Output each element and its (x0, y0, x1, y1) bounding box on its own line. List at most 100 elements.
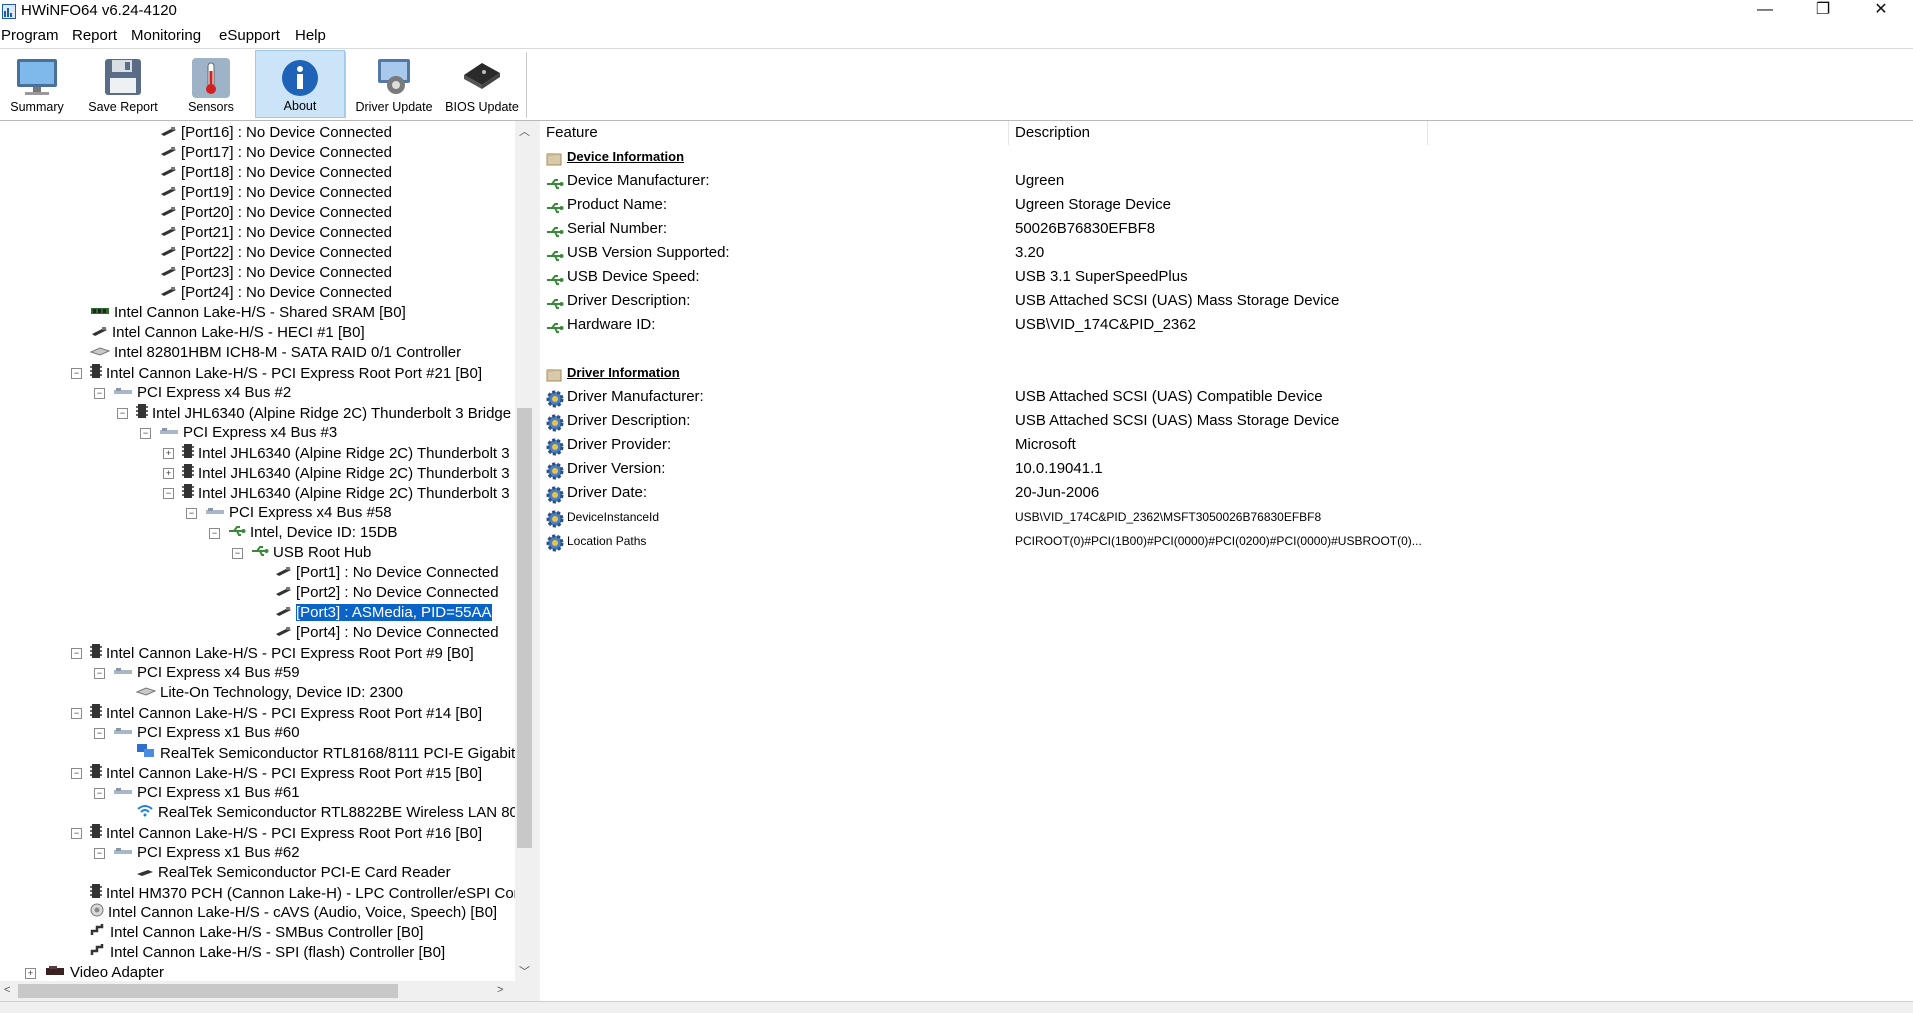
detail-row[interactable]: Hardware ID: USB\VID_174C&PID_2362 (540, 313, 1913, 337)
detail-row[interactable]: Driver Date: 20-Jun-2006 (540, 481, 1913, 505)
detail-row[interactable]: Product Name: Ugreen Storage Device (540, 193, 1913, 217)
expand-icon[interactable]: + (163, 448, 174, 459)
tree-node[interactable]: Intel JHL6340 (Alpine Ridge 2C) Thunderb… (182, 443, 510, 463)
tree-node[interactable]: PCI Express x4 Bus #58 (205, 503, 392, 523)
tree-horizontal-scrollbar[interactable]: < > (0, 981, 534, 1001)
tree-node[interactable]: Intel JHL6340 (Alpine Ridge 2C) Thunderb… (182, 463, 510, 483)
tree-node[interactable]: USB Root Hub (251, 543, 371, 563)
tree-node[interactable]: Video Adapter (44, 963, 164, 983)
tree-node[interactable]: [Port17] : No Device Connected (159, 143, 392, 163)
detail-row[interactable]: Driver Description: USB Attached SCSI (UA… (540, 289, 1913, 313)
tree-node[interactable]: RealTek Semiconductor RTL8168/8111 PCI-E… (136, 743, 529, 763)
detail-row[interactable]: DeviceInstanceId USB\VID_174C&PID_2362\MS… (540, 505, 1913, 529)
collapse-icon[interactable]: − (209, 528, 220, 539)
menu-report[interactable]: Report (72, 27, 117, 44)
tree-node[interactable]: [Port2] : No Device Connected (274, 583, 499, 603)
collapse-icon[interactable]: − (94, 848, 105, 859)
sensors-button[interactable]: Sensors (180, 50, 242, 118)
collapse-icon[interactable]: − (140, 428, 151, 439)
column-header-description[interactable]: Description (1015, 121, 1428, 145)
tree-vertical-scrollbar[interactable]: ︿ ﹀ (515, 121, 534, 981)
collapse-icon[interactable]: − (232, 548, 243, 559)
collapse-icon[interactable]: − (71, 648, 82, 659)
collapse-icon[interactable]: − (94, 388, 105, 399)
tree-node[interactable]: RealTek Semiconductor PCI-E Card Reader (136, 863, 451, 883)
collapse-icon[interactable]: − (94, 728, 105, 739)
collapse-icon[interactable]: − (94, 788, 105, 799)
collapse-icon[interactable]: − (163, 488, 174, 499)
tree-node[interactable]: PCI Express x4 Bus #2 (113, 383, 291, 403)
collapse-icon[interactable]: − (71, 708, 82, 719)
tree-node[interactable]: [Port4] : No Device Connected (274, 623, 499, 643)
tree-node[interactable]: PCI Express x4 Bus #59 (113, 663, 300, 683)
detail-row[interactable]: Driver Description: USB Attached SCSI (UA… (540, 409, 1913, 433)
tree-node[interactable]: Intel Cannon Lake-H/S - HECI #1 [B0] (90, 323, 365, 343)
menu-monitoring[interactable]: Monitoring (131, 27, 201, 44)
tree-node[interactable]: Lite-On Technology, Device ID: 2300 (135, 683, 403, 703)
scroll-up-icon[interactable]: ︿ (519, 123, 530, 139)
collapse-icon[interactable]: − (71, 368, 82, 379)
detail-row[interactable]: Serial Number: 50026B76830EFBF8 (540, 217, 1913, 241)
tree-vertical-scroll-thumb[interactable] (517, 408, 532, 848)
tree-node[interactable]: Intel Cannon Lake-H/S - PCI Express Root… (90, 703, 482, 723)
section-header[interactable]: Device Information (540, 145, 1913, 169)
tree-node[interactable]: Intel Cannon Lake-H/S - PCI Express Root… (90, 643, 474, 663)
collapse-icon[interactable]: − (71, 828, 82, 839)
tree-node[interactable]: PCI Express x1 Bus #62 (113, 843, 300, 863)
tree-node[interactable]: Intel Cannon Lake-H/S - PCI Express Root… (90, 823, 482, 843)
save-report-button[interactable]: Save Report (85, 50, 161, 118)
restore-button[interactable]: ❐ (1800, 0, 1846, 22)
summary-button[interactable]: Summary (4, 50, 70, 118)
collapse-icon[interactable]: − (71, 768, 82, 779)
device-tree[interactable]: [Port16] : No Device Connected [Port17] :… (0, 121, 534, 1001)
tree-node[interactable]: [Port18] : No Device Connected (159, 163, 392, 183)
tree-node[interactable]: [Port1] : No Device Connected (274, 563, 499, 583)
tree-node[interactable]: PCI Express x1 Bus #60 (113, 723, 300, 743)
tree-node[interactable]: PCI Express x4 Bus #3 (159, 423, 337, 443)
tree-horizontal-scroll-thumb[interactable] (18, 984, 398, 998)
expand-icon[interactable]: + (25, 968, 36, 979)
tree-node[interactable]: Intel, Device ID: 15DB (228, 523, 398, 543)
scroll-down-icon[interactable]: ﹀ (519, 963, 530, 979)
detail-row[interactable]: Location Paths PCIROOT(0)#PCI(1B00)#PCI(0… (540, 529, 1913, 553)
detail-row[interactable]: USB Version Supported: 3.20 (540, 241, 1913, 265)
minimize-button[interactable]: — (1742, 0, 1788, 22)
tree-node[interactable]: Intel 82801HBM ICH8-M - SATA RAID 0/1 Co… (89, 343, 461, 363)
tree-node[interactable]: Intel Cannon Lake-H/S - PCI Express Root… (90, 763, 482, 783)
section-header[interactable]: Driver Information (540, 361, 1913, 385)
detail-row[interactable]: Driver Manufacturer: USB Attached SCSI (U… (540, 385, 1913, 409)
tree-node[interactable]: Intel Cannon Lake-H/S - PCI Express Root… (90, 363, 482, 383)
menu-esupport[interactable]: eSupport (219, 27, 280, 44)
detail-row[interactable]: Driver Version: 10.0.19041.1 (540, 457, 1913, 481)
tree-node[interactable]: Intel Cannon Lake-H/S - Shared SRAM [B0] (90, 303, 406, 323)
detail-row[interactable]: USB Device Speed: USB 3.1 SuperSpeedPlus (540, 265, 1913, 289)
scroll-left-icon[interactable]: < (4, 984, 10, 996)
scroll-right-icon[interactable]: > (497, 984, 503, 996)
driver-update-button[interactable]: Driver Update (350, 50, 438, 118)
tree-node[interactable]: PCI Express x1 Bus #61 (113, 783, 300, 803)
tree-node[interactable]: [Port22] : No Device Connected (159, 243, 392, 263)
tree-node[interactable]: Intel Cannon Lake-H/S - SMBus Controller… (90, 923, 423, 943)
tree-node[interactable]: Intel Cannon Lake-H/S - SPI (flash) Cont… (90, 943, 445, 963)
tree-node[interactable]: Intel JHL6340 (Alpine Ridge 2C) Thunderb… (136, 403, 511, 423)
detail-row[interactable]: Device Manufacturer: Ugreen (540, 169, 1913, 193)
tree-node[interactable]: Intel Cannon Lake-H/S - cAVS (Audio, Voi… (90, 903, 497, 923)
bios-update-button[interactable]: BIOS Update (440, 50, 524, 118)
tree-node[interactable]: [Port16] : No Device Connected (159, 123, 392, 143)
tree-node[interactable]: [Port24] : No Device Connected (159, 283, 392, 303)
collapse-icon[interactable]: − (94, 668, 105, 679)
tree-node[interactable]: RealTek Semiconductor RTL8822BE Wireless… (136, 803, 526, 823)
collapse-icon[interactable]: − (117, 408, 128, 419)
column-header-feature[interactable]: Feature (546, 121, 1009, 145)
close-button[interactable]: ✕ (1858, 0, 1904, 22)
about-button[interactable]: About (255, 50, 345, 118)
menu-help[interactable]: Help (295, 27, 326, 44)
collapse-icon[interactable]: − (186, 508, 197, 519)
expand-icon[interactable]: + (163, 468, 174, 479)
tree-node[interactable]: Intel HM370 PCH (Cannon Lake-H) - LPC Co… (90, 883, 522, 903)
tree-node[interactable]: [Port20] : No Device Connected (159, 203, 392, 223)
tree-node[interactable]: Intel JHL6340 (Alpine Ridge 2C) Thunderb… (182, 483, 510, 503)
tree-node[interactable]: [Port21] : No Device Connected (159, 223, 392, 243)
menu-program[interactable]: Program (1, 27, 59, 44)
tree-node[interactable]: [Port23] : No Device Connected (159, 263, 392, 283)
